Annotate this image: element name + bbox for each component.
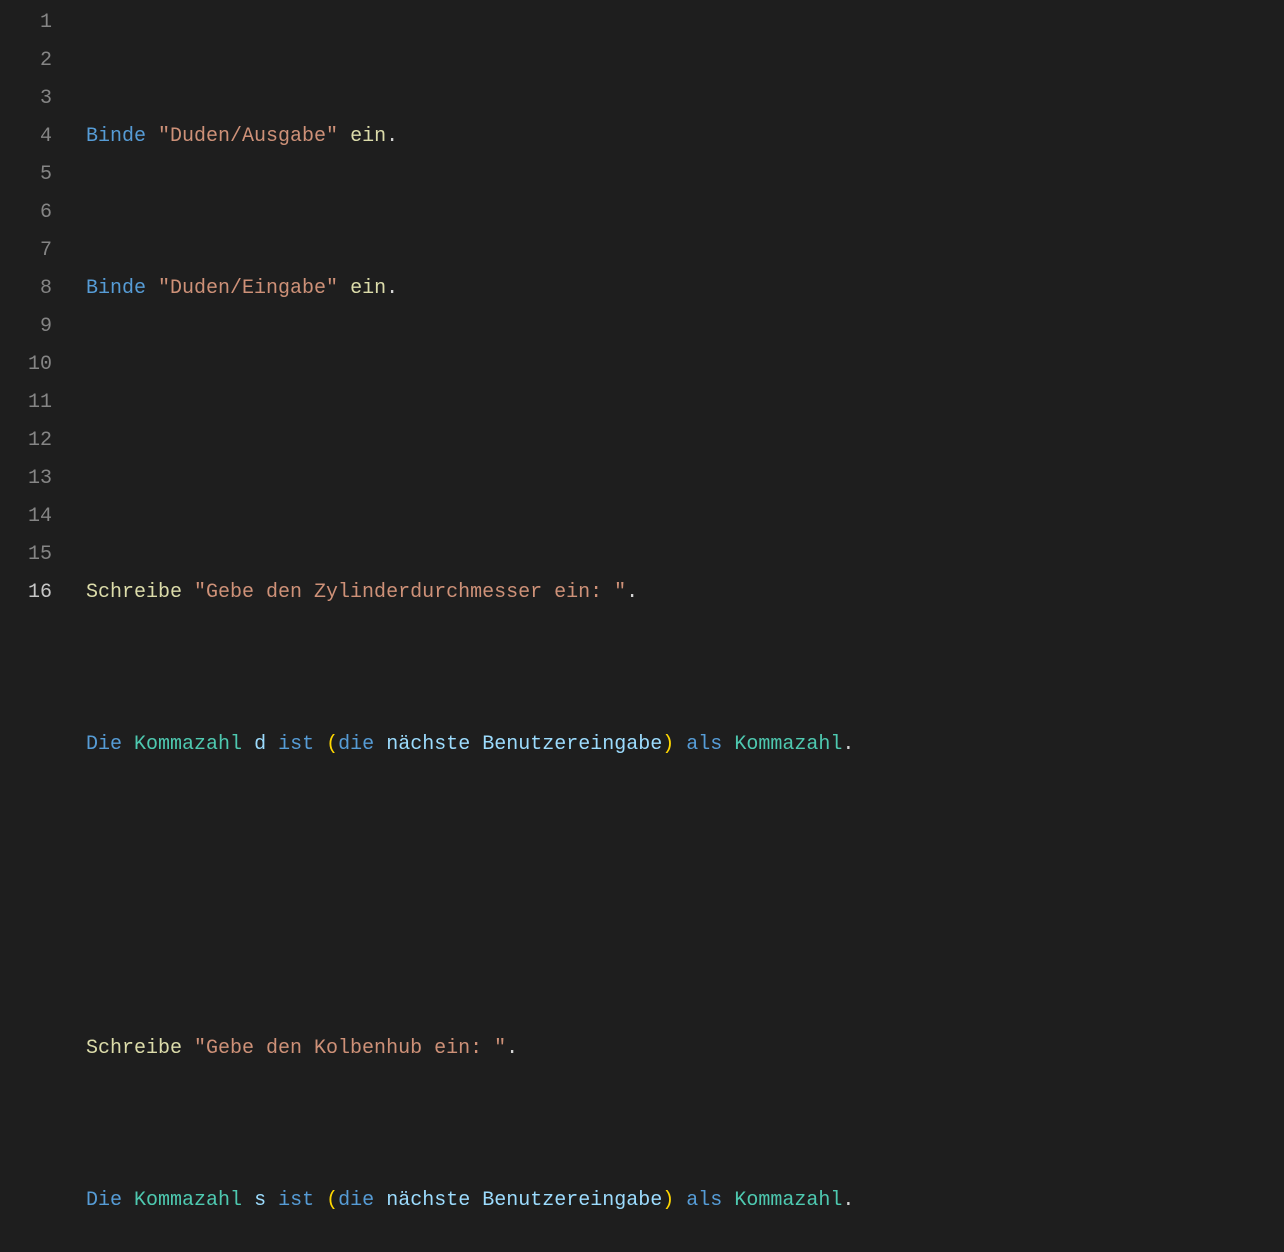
paren-close: ) [662,1189,674,1212]
code-line[interactable] [86,878,1284,916]
variable: d [254,733,266,756]
type: Kommazahl [134,1189,242,1212]
code-editor[interactable]: 1 2 3 4 5 6 7 8 9 10 11 12 13 14 15 16 B… [0,4,1284,1252]
code-line[interactable]: Die Kommazahl d ist (die nächste Benutze… [86,726,1284,764]
paren-open: ( [326,1189,338,1212]
type: Kommazahl [734,1189,842,1212]
function: Schreibe [86,1037,182,1060]
paren-open: ( [326,733,338,756]
type: Kommazahl [134,733,242,756]
line-number: 1 [0,4,52,42]
keyword: ist [278,1189,314,1212]
punctuation: . [386,277,398,300]
code-line[interactable]: Binde "Duden/Eingabe" ein. [86,270,1284,308]
keyword: Binde [86,277,146,300]
line-number: 9 [0,308,52,346]
line-number: 15 [0,536,52,574]
line-number: 3 [0,80,52,118]
variable: nächste [386,1189,470,1212]
variable: Benutzereingabe [482,1189,662,1212]
string-literal: "Gebe den Kolbenhub ein: " [194,1037,506,1060]
keyword: als [686,1189,722,1212]
code-line[interactable] [86,422,1284,460]
punctuation: . [842,733,854,756]
line-number: 5 [0,156,52,194]
code-line[interactable]: Schreibe "Gebe den Kolbenhub ein: ". [86,1030,1284,1068]
string-literal: "Duden/Ausgabe" [158,125,338,148]
string-literal: "Gebe den Zylinderdurchmesser ein: " [194,581,626,604]
variable: nächste [386,733,470,756]
function: ein [350,125,386,148]
line-number: 12 [0,422,52,460]
keyword: als [686,733,722,756]
code-line[interactable]: Schreibe "Gebe den Zylinderdurchmesser e… [86,574,1284,612]
code-line[interactable]: Die Kommazahl s ist (die nächste Benutze… [86,1182,1284,1220]
line-number: 2 [0,42,52,80]
variable: Benutzereingabe [482,733,662,756]
line-number: 7 [0,232,52,270]
line-number-gutter: 1 2 3 4 5 6 7 8 9 10 11 12 13 14 15 16 [0,4,60,1252]
code-line[interactable]: Binde "Duden/Ausgabe" ein. [86,118,1284,156]
line-number: 13 [0,460,52,498]
keyword: ist [278,733,314,756]
keyword: Die [86,733,122,756]
type: Kommazahl [734,733,842,756]
variable: s [254,1189,266,1212]
punctuation: . [506,1037,518,1060]
function: Schreibe [86,581,182,604]
paren-close: ) [662,733,674,756]
line-number: 14 [0,498,52,536]
keyword: die [338,1189,374,1212]
code-area[interactable]: Binde "Duden/Ausgabe" ein. Binde "Duden/… [60,4,1284,1252]
string-literal: "Duden/Eingabe" [158,277,338,300]
keyword: die [338,733,374,756]
punctuation: . [842,1189,854,1212]
line-number: 10 [0,346,52,384]
keyword: Die [86,1189,122,1212]
line-number: 11 [0,384,52,422]
punctuation: . [386,125,398,148]
line-number: 4 [0,118,52,156]
keyword: Binde [86,125,146,148]
line-number: 8 [0,270,52,308]
line-number: 16 [0,574,52,612]
line-number: 6 [0,194,52,232]
punctuation: . [626,581,638,604]
function: ein [350,277,386,300]
